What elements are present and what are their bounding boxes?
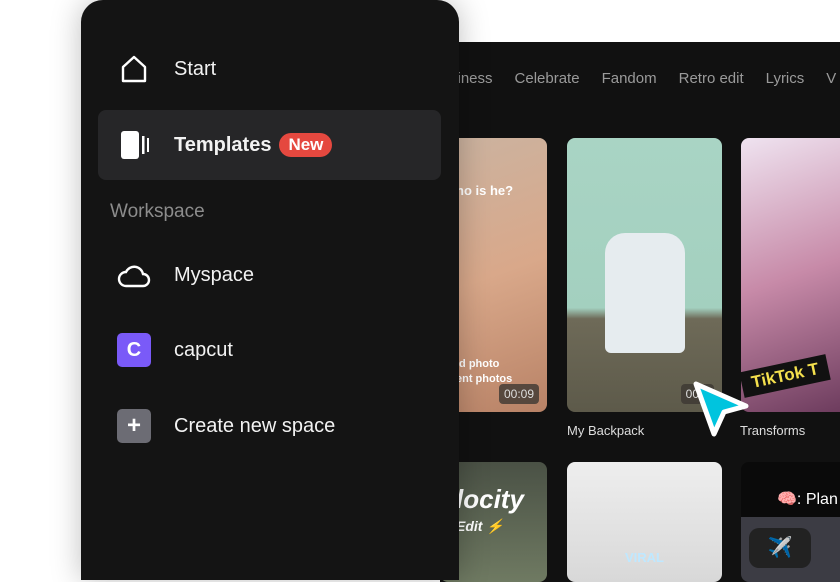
card-overlay-text: Edit ⚡ <box>456 518 504 534</box>
card-overlay-text: 🧠: Plan <box>777 491 838 508</box>
tab-fandom[interactable]: Fandom <box>602 70 657 87</box>
create-new-space-button[interactable]: + Create new space <box>98 391 441 461</box>
card-overlay-text: locity <box>456 484 524 514</box>
sidebar-item-myspace[interactable]: Myspace <box>98 240 441 310</box>
card-title[interactable]: My Backpack <box>567 423 644 438</box>
section-heading: Workspace <box>110 201 205 222</box>
new-badge: New <box>279 133 333 157</box>
sidebar-item-start[interactable]: Start <box>98 34 441 104</box>
sidebar-item-label: capcut <box>174 338 233 361</box>
backpack-image <box>605 233 685 353</box>
airplane-icon: ✈️ <box>749 528 811 568</box>
home-icon <box>116 51 152 87</box>
tab-celebrate[interactable]: Celebrate <box>515 70 580 87</box>
card-overlay-text: TikTok T <box>741 354 832 398</box>
card-overlay-text: VIRAL <box>625 550 664 565</box>
templates-icon <box>116 127 152 163</box>
sidebar-item-capcut[interactable]: C capcut <box>98 315 441 385</box>
cloud-icon <box>116 257 152 293</box>
sidebar-item-label: Create new space <box>174 414 336 437</box>
template-card[interactable]: VIRAL <box>567 462 722 582</box>
space-avatar: C <box>117 333 151 367</box>
template-card[interactable]: 00:0 <box>567 138 722 412</box>
template-card[interactable]: 🧠: Plan ✈️ <box>741 462 840 582</box>
card-overlay-text: ho is he? <box>456 183 514 198</box>
sidebar-item-label: Templates <box>174 133 272 156</box>
sidebar-item-label: Myspace <box>174 263 255 286</box>
category-tabs: siness Celebrate Fandom Retro edit Lyric… <box>450 70 836 87</box>
sidebar: Start Templates New Workspace Myspace C … <box>81 0 459 580</box>
tab-retro-edit[interactable]: Retro edit <box>679 70 744 87</box>
duration-badge: 00:09 <box>498 384 539 404</box>
plus-icon: + <box>117 409 151 443</box>
tab-more[interactable]: V <box>826 70 836 87</box>
tab-lyrics[interactable]: Lyrics <box>766 70 805 87</box>
sidebar-item-templates[interactable]: Templates New <box>98 110 441 180</box>
cursor-icon <box>693 381 749 437</box>
sidebar-item-label: Start <box>174 57 217 80</box>
card-overlay-text: ld photo <box>456 358 500 370</box>
template-card[interactable]: TikTok T <box>741 138 840 412</box>
